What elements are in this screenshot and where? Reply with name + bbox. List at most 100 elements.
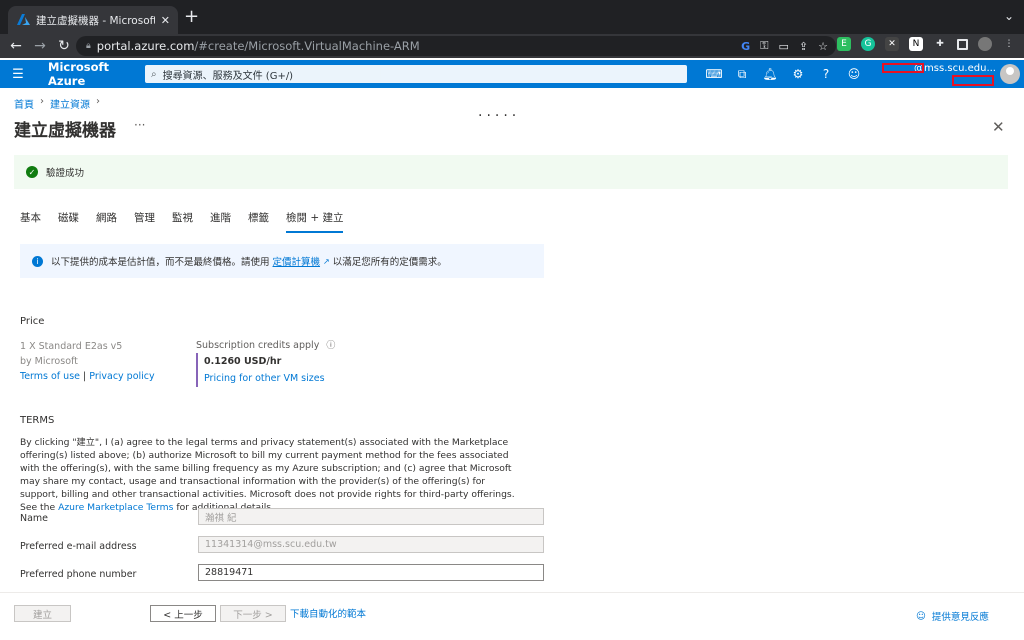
subscription-credits: Subscription credits apply ⓘ <box>196 338 335 351</box>
pricing-calculator-link[interactable]: 定價計算機 <box>273 254 321 268</box>
tab-advanced[interactable]: 進階 <box>210 210 231 233</box>
profile-avatar-icon[interactable] <box>978 37 992 51</box>
side-panel-icon[interactable] <box>957 38 968 50</box>
wizard-tabs: 基本 磁碟 網路 管理 監視 進階 標籤 檢閱 + 建立 <box>20 210 360 233</box>
reload-icon[interactable]: ↻ <box>52 38 76 54</box>
product-vendor: by Microsoft <box>20 356 78 367</box>
help-icon[interactable]: ? <box>812 67 840 81</box>
browser-tab[interactable]: 建立虛擬機器 - Microsoft Azure ✕ <box>8 6 178 34</box>
pricing-info-banner: i 以下提供的成本是估計值，而不是最終價格。請使用 定價計算機 ↗ 以滿足您所有… <box>20 244 544 278</box>
browser-toolbar: ← → ↻ 🔒︎ portal.azure.com /#create/Micro… <box>0 34 1024 58</box>
browser-menu-icon[interactable]: ⋮ <box>1002 37 1016 51</box>
info-text-after: 以滿足您所有的定價需求。 <box>332 257 447 268</box>
extensions-area: E G ✕ N ✚ ⋮ <box>837 37 1016 51</box>
page-title: 建立虛擬機器 <box>14 121 116 141</box>
tab-basics[interactable]: 基本 <box>20 210 41 233</box>
grammarly-extension-icon[interactable]: G <box>861 37 875 51</box>
info-circle-icon[interactable]: ⓘ <box>326 341 335 351</box>
azure-favicon-icon <box>16 13 30 27</box>
feedback-person-icon: ☺ <box>916 610 926 622</box>
price-heading: Price <box>20 316 45 327</box>
success-message: 驗證成功 <box>46 168 85 179</box>
cast-icon[interactable]: ▭ <box>779 40 789 53</box>
settings-gear-icon[interactable]: ⚙ <box>784 67 812 81</box>
google-icon[interactable]: G <box>741 40 750 53</box>
tab-search-icon[interactable]: ⌄ <box>1004 9 1014 23</box>
browser-tab-bar: 建立虛擬機器 - Microsoft Azure ✕ + ⌄ <box>0 0 1024 34</box>
bookmark-star-icon[interactable]: ☆ <box>818 40 828 53</box>
breadcrumb-create-resource[interactable]: 建立資源 <box>50 96 90 111</box>
address-bar[interactable]: 🔒︎ portal.azure.com /#create/Microsoft.V… <box>76 36 836 56</box>
email-field: 11341314@mss.scu.edu.tw <box>198 536 544 553</box>
separator: | <box>83 371 87 382</box>
product-info: 1 X Standard E2as v5 by Microsoft Terms … <box>20 339 155 384</box>
search-placeholder: 搜尋資源、服務及文件 (G+/) <box>162 70 294 82</box>
feedback-icon[interactable]: ☺ <box>840 67 868 81</box>
feedback-link[interactable]: ☺ 提供意見反應 <box>916 609 989 624</box>
next-button[interactable]: 下一步 > <box>220 605 286 622</box>
key-icon[interactable]: ⚿ <box>760 39 768 53</box>
back-icon[interactable]: ← <box>4 38 28 54</box>
search-icon: ⌕ <box>151 68 157 80</box>
email-label: Preferred e-mail address <box>20 541 137 552</box>
other-vm-pricing-link[interactable]: Pricing for other VM sizes <box>204 370 325 387</box>
loading-dots: ..... <box>478 104 521 120</box>
lock-icon[interactable]: 🔒︎ <box>86 41 91 51</box>
tab-management[interactable]: 管理 <box>134 210 155 233</box>
chevron-right-icon: › <box>40 96 44 107</box>
breadcrumb-home[interactable]: 首頁 <box>14 96 34 111</box>
tab-monitoring[interactable]: 監視 <box>172 210 193 233</box>
directory-filter-icon[interactable]: ⧉ <box>728 67 756 82</box>
info-icon: i <box>32 255 43 267</box>
evernote-extension-icon[interactable]: E <box>837 37 851 51</box>
check-circle-icon: ✓ <box>26 166 38 178</box>
name-label: Name <box>20 513 49 524</box>
tab-close-icon[interactable]: ✕ <box>161 14 170 27</box>
global-search-input[interactable]: ⌕ 搜尋資源、服務及文件 (G+/) <box>145 65 687 83</box>
marketplace-terms-link[interactable]: Azure Marketplace Terms <box>58 502 173 513</box>
breadcrumb: 首頁 › 建立資源 › <box>14 96 100 111</box>
name-field: 瀚祺 紀 <box>198 508 544 525</box>
validation-success-banner: ✓ 驗證成功 <box>14 155 1008 189</box>
cloud-shell-icon[interactable]: ⌨ <box>700 67 728 81</box>
download-template-link[interactable]: 下載自動化的範本 <box>290 606 366 620</box>
extension-icon[interactable]: ✕ <box>885 37 899 51</box>
subscription-credits-label: Subscription credits apply <box>196 340 320 351</box>
feedback-label: 提供意見反應 <box>931 612 989 623</box>
chevron-right-icon: › <box>96 96 100 107</box>
redaction-box <box>882 63 924 73</box>
forward-icon[interactable]: → <box>28 38 52 54</box>
more-options-icon[interactable]: ··· <box>134 118 145 132</box>
tab-tags[interactable]: 標籤 <box>248 210 269 233</box>
phone-label: Preferred phone number <box>20 569 137 580</box>
tab-title: 建立虛擬機器 - Microsoft Azure <box>36 14 155 27</box>
tab-disks[interactable]: 磁碟 <box>58 210 79 233</box>
new-tab-icon[interactable]: + <box>184 7 199 27</box>
phone-field[interactable]: 28819471 <box>198 564 544 581</box>
price-box: 0.1260 USD/hr Pricing for other VM sizes <box>196 353 325 387</box>
azure-header: ☰ Microsoft Azure ⌕ 搜尋資源、服務及文件 (G+/) ⌨ ⧉… <box>0 60 1024 88</box>
puzzle-icon[interactable]: ✚ <box>933 37 947 51</box>
azure-brand[interactable]: Microsoft Azure <box>48 60 146 88</box>
notion-extension-icon[interactable]: N <box>909 37 923 51</box>
create-button[interactable]: 建立 <box>14 605 71 622</box>
terms-of-use-link[interactable]: Terms of use <box>20 371 80 382</box>
close-icon[interactable]: ✕ <box>992 118 1005 136</box>
external-link-icon: ↗ <box>323 256 330 266</box>
user-avatar[interactable] <box>1000 64 1020 84</box>
notifications-bell-icon[interactable]: 🔔︎ <box>756 67 784 81</box>
terms-heading: TERMS <box>20 415 55 426</box>
url-host: portal.azure.com <box>96 39 195 53</box>
info-text-before: 以下提供的成本是估計值，而不是最終價格。請使用 <box>51 257 270 268</box>
portal-menu-icon[interactable]: ☰ <box>0 67 36 82</box>
redaction-box <box>952 75 994 86</box>
price-amount: 0.1260 USD/hr <box>204 356 282 367</box>
share-icon[interactable]: ⇪ <box>799 40 808 53</box>
url-path: /#create/Microsoft.VirtualMachine-ARM <box>194 39 420 53</box>
privacy-policy-link[interactable]: Privacy policy <box>89 371 154 382</box>
tab-review-create[interactable]: 檢閱 + 建立 <box>286 210 344 233</box>
tab-networking[interactable]: 網路 <box>96 210 117 233</box>
product-name: 1 X Standard E2as v5 <box>20 341 123 352</box>
terms-text: By clicking "建立", I (a) agree to the leg… <box>20 436 526 514</box>
previous-button[interactable]: < 上一步 <box>150 605 216 622</box>
